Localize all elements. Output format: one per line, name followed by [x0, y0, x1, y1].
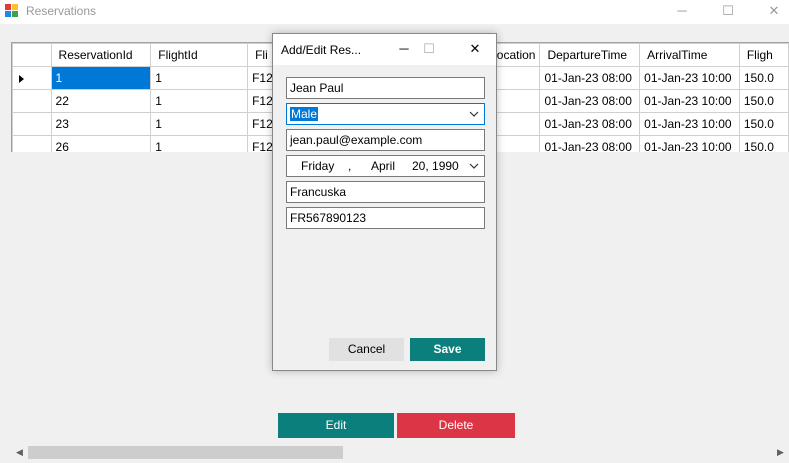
dialog-titlebar: Add/Edit Res... ─ ☐ ✕: [273, 34, 496, 65]
maximize-button[interactable]: ☐: [705, 0, 751, 24]
row-header[interactable]: [12, 89, 52, 113]
chevron-down-icon: [469, 163, 479, 169]
scroll-right-icon[interactable]: ▶: [772, 444, 789, 461]
row-header[interactable]: [12, 135, 52, 152]
table-cell[interactable]: 150.0: [738, 66, 789, 90]
table-cell[interactable]: 01-Jan-23 10:00: [639, 66, 740, 90]
table-cell[interactable]: 01-Jan-23 08:00: [539, 112, 641, 136]
close-button[interactable]: ✕: [751, 0, 789, 24]
table-cell[interactable]: 01-Jan-23 10:00: [639, 112, 740, 136]
scrollbar-thumb[interactable]: [28, 446, 343, 459]
window-titlebar: Reservations ─ ☐ ✕: [0, 0, 789, 24]
dialog-minimize-button[interactable]: ─: [392, 38, 416, 60]
save-button[interactable]: Save: [410, 338, 485, 361]
table-cell[interactable]: 01-Jan-23 08:00: [539, 135, 641, 152]
minimize-button[interactable]: ─: [659, 0, 705, 24]
table-cell[interactable]: 1: [150, 112, 249, 136]
dob-separator: ,: [348, 159, 352, 173]
column-header[interactable]: ReservationId: [50, 43, 152, 67]
window-title: Reservations: [26, 4, 97, 18]
table-cell[interactable]: 26: [50, 135, 152, 152]
scroll-left-icon[interactable]: ◀: [11, 444, 28, 461]
dialog-close-button[interactable]: ✕: [463, 38, 487, 60]
row-header[interactable]: [12, 112, 52, 136]
app-icon: [5, 4, 19, 18]
table-cell[interactable]: 1: [150, 66, 249, 90]
table-cell[interactable]: 150.0: [738, 135, 789, 152]
column-header[interactable]: FlightId: [150, 43, 249, 67]
cancel-button[interactable]: Cancel: [329, 338, 404, 361]
country-field[interactable]: Francuska: [286, 181, 485, 203]
dob-day: Friday: [301, 159, 335, 173]
delete-button[interactable]: Delete: [397, 413, 515, 438]
edit-button[interactable]: Edit: [278, 413, 394, 438]
passport-field[interactable]: FR567890123: [286, 207, 485, 229]
table-cell[interactable]: 23: [50, 112, 152, 136]
column-header[interactable]: DepartureTime: [539, 43, 641, 67]
table-cell[interactable]: 150.0: [738, 112, 789, 136]
column-header[interactable]: ArrivalTime: [639, 43, 740, 67]
table-cell[interactable]: 01-Jan-23 10:00: [639, 135, 740, 152]
add-edit-reservation-dialog: Add/Edit Res... ─ ☐ ✕ Jean Paul Male jea…: [272, 33, 497, 371]
table-cell[interactable]: 01-Jan-23 10:00: [639, 89, 740, 113]
dob-month: April: [371, 159, 396, 173]
dob-date: 20, 1990: [412, 159, 459, 173]
row-header[interactable]: [12, 66, 52, 90]
grid-corner-header[interactable]: [12, 43, 52, 67]
email-field[interactable]: jean.paul@example.com: [286, 129, 485, 151]
horizontal-scrollbar[interactable]: ◀ ▶: [11, 444, 789, 461]
gender-selected-value: Male: [290, 107, 319, 121]
table-cell[interactable]: 150.0: [738, 89, 789, 113]
table-cell[interactable]: 01-Jan-23 08:00: [539, 89, 641, 113]
gender-select[interactable]: Male: [286, 103, 485, 125]
column-header[interactable]: Fligh: [738, 43, 789, 67]
table-cell[interactable]: 1: [150, 135, 249, 152]
name-field[interactable]: Jean Paul: [286, 77, 485, 99]
table-cell[interactable]: 01-Jan-23 08:00: [539, 66, 641, 90]
current-row-arrow-icon: [19, 74, 24, 83]
table-cell[interactable]: 1: [150, 89, 249, 113]
chevron-down-icon: [469, 111, 479, 117]
table-cell[interactable]: 22: [50, 89, 152, 113]
dialog-maximize-button[interactable]: ☐: [417, 38, 441, 60]
date-of-birth-picker[interactable]: Friday , April 20, 1990: [286, 155, 485, 177]
dialog-title: Add/Edit Res...: [281, 43, 362, 57]
table-cell[interactable]: 1: [50, 66, 152, 90]
